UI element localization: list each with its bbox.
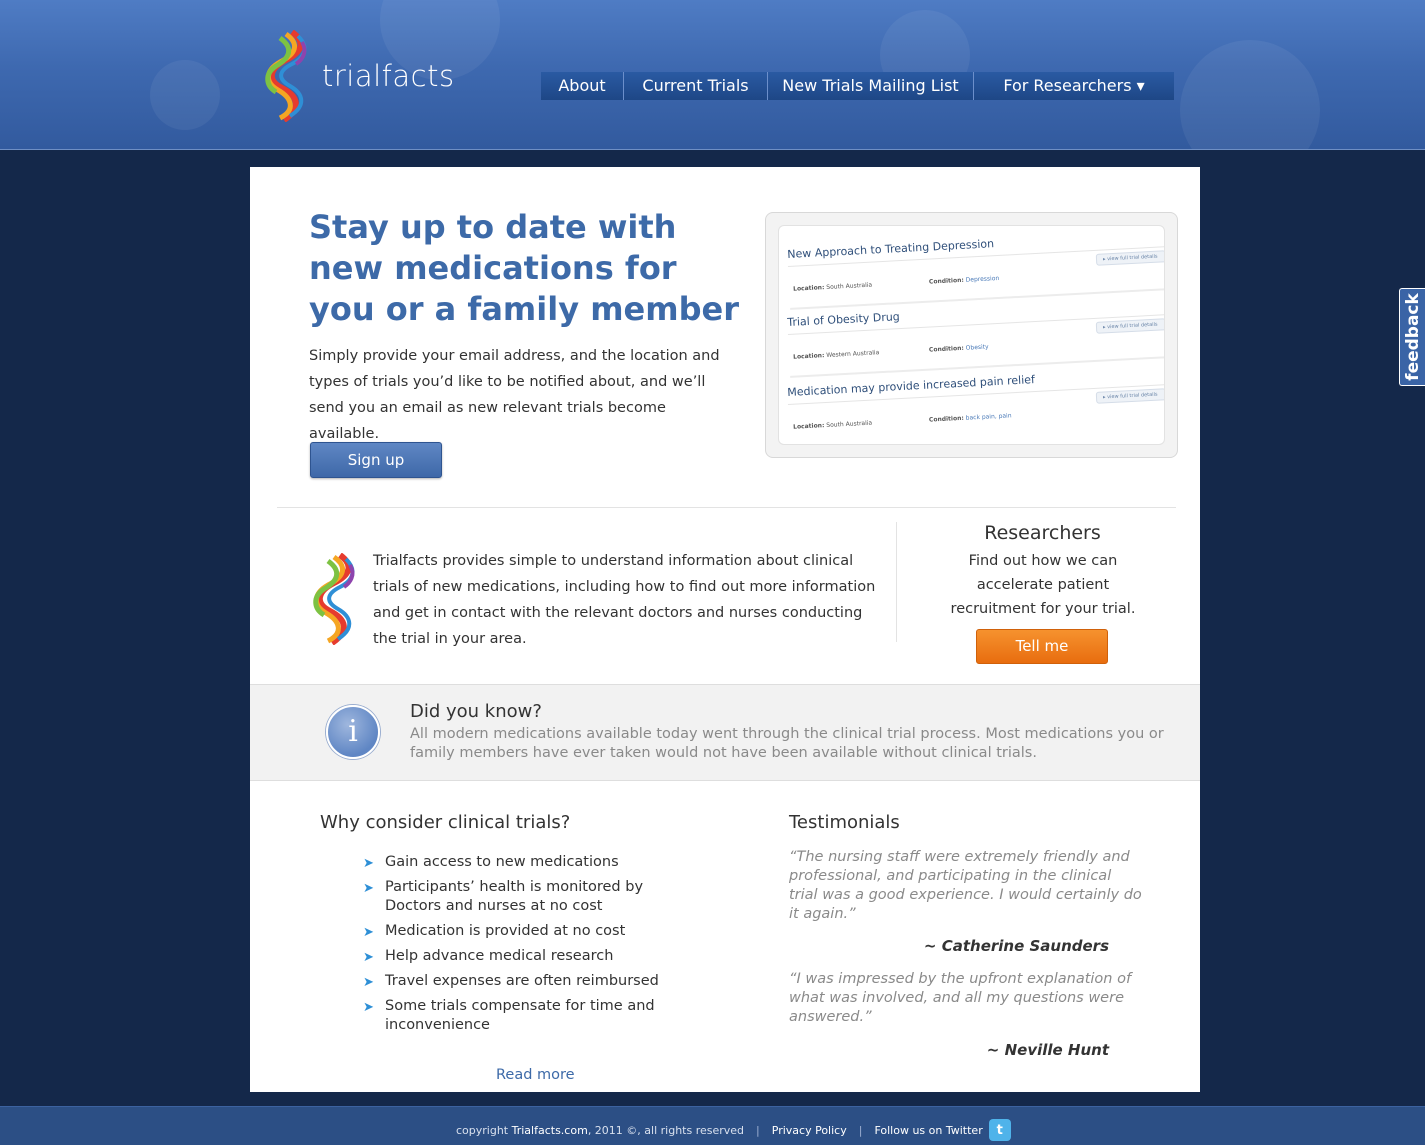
testimonial-quote: “I was impressed by the upfront explanat… (789, 971, 1132, 1025)
list-item: ➤ Some trials compensate for time and inc… (363, 998, 655, 1033)
site-footer: copyright Trialfacts.com, 2011 ©, all ri… (0, 1106, 1425, 1145)
header-decoration (1180, 40, 1320, 149)
section-divider (277, 507, 1176, 508)
nav-item-about[interactable]: About (541, 72, 624, 100)
did-you-know-text: All modern medications available today w… (410, 726, 1164, 761)
preview-trial-title: Trial of Obesity Drug (787, 310, 901, 329)
copyright-site-link[interactable]: Trialfacts.com (512, 1124, 588, 1137)
brand-name: trialfacts (322, 59, 455, 93)
preview-trial-location: Location: South Australia (792, 281, 873, 293)
read-more-link[interactable]: Read more (496, 1067, 575, 1083)
list-item: ➤ Medication is provided at no cost (363, 923, 626, 940)
nav-item-for-researchers[interactable]: For Researchers ▾ (974, 72, 1174, 100)
preview-trial-location: Location: South Australia (792, 419, 873, 431)
preview-trial-condition: Condition: Depression (928, 274, 1000, 286)
about-logo (310, 552, 358, 649)
researchers-title: Researchers (984, 522, 1101, 544)
preview-trial-condition: Condition: Obesity (928, 343, 989, 354)
site-logo[interactable]: trialfacts (262, 30, 455, 122)
nav-item-current-trials[interactable]: Current Trials (624, 72, 768, 100)
why-title: Why consider clinical trials? (320, 812, 571, 833)
footer-links: copyright Trialfacts.com, 2011 ©, all ri… (456, 1119, 1011, 1141)
testimonial-quote: “The nursing staff were extremely friend… (789, 849, 1142, 922)
preview-trial-title: Medication may provide increased pain re… (787, 373, 1036, 399)
arrow-icon: ➤ (363, 925, 374, 940)
tell-me-button[interactable]: Tell me (976, 629, 1108, 664)
helix-logo-icon (313, 552, 355, 646)
testimonial-author: ~ Neville Hunt (986, 1041, 1109, 1059)
testimonial-author: ~ Catherine Saunders (923, 937, 1109, 955)
arrow-icon: ➤ (363, 975, 374, 990)
feedback-label: feedback (1402, 293, 1423, 381)
preview-view-details-button: ▸ view full trial details (1095, 250, 1164, 266)
twitter-icon[interactable]: t (988, 1119, 1011, 1141)
researchers-text: Find out how we can accelerate patient r… (950, 553, 1136, 617)
footer-separator: | (858, 1123, 863, 1137)
footer-separator: | (756, 1123, 760, 1137)
privacy-policy-link[interactable]: Privacy Policy (772, 1124, 847, 1137)
arrow-icon: ➤ (363, 1000, 374, 1015)
preview-view-details-button: ▸ view full trial details (1095, 388, 1164, 404)
helix-logo-icon (265, 30, 307, 122)
preview-trial-card: Medication may provide increased pain re… (787, 366, 1164, 444)
feedback-tab[interactable]: feedback (1399, 288, 1425, 386)
arrow-icon: ➤ (363, 881, 374, 896)
preview-view-details-button: ▸ view full trial details (1095, 318, 1164, 334)
main-nav: About Current Trials New Trials Mailing … (541, 72, 1174, 100)
trials-preview-panel: New Approach to Treating Depression Loca… (778, 225, 1165, 445)
hero-text: Simply provide your email address, and t… (309, 348, 720, 442)
site-header: trialfacts About Current Trials New Tria… (0, 0, 1425, 150)
list-item: ➤ Gain access to new medications (363, 854, 619, 871)
arrow-icon: ➤ (363, 856, 374, 871)
preview-trial-card: Trial of Obesity Drug Location: Western … (787, 296, 1164, 378)
preview-trial-location: Location: Western Australia (792, 349, 880, 361)
sign-up-button[interactable]: Sign up (310, 442, 442, 478)
did-you-know-section: i Did you know? All modern medications a… (250, 684, 1200, 781)
nav-item-mailing-list[interactable]: New Trials Mailing List (768, 72, 974, 100)
header-decoration (150, 60, 220, 130)
vertical-divider (896, 522, 897, 642)
why-list: ➤ Gain access to new medications ➤ Partici… (363, 853, 663, 1041)
hero-title: Stay up to date with new medications for… (309, 208, 739, 328)
arrow-icon: ➤ (363, 950, 374, 965)
preview-trial-condition: Condition: back pain, pain (928, 412, 1012, 424)
info-icon: i (326, 705, 380, 759)
trials-preview-image: New Approach to Treating Depression Loca… (765, 212, 1178, 458)
about-text: Trialfacts provides simple to understand… (373, 553, 876, 647)
list-item: ➤ Travel expenses are often reimbursed (363, 973, 659, 990)
testimonials-title: Testimonials (789, 812, 900, 833)
list-item: ➤ Participants’ health is monitored by Do… (363, 879, 644, 914)
preview-trial-card: New Approach to Treating Depression Loca… (787, 228, 1164, 310)
list-item: ➤ Help advance medical research (363, 948, 614, 965)
twitter-link[interactable]: Follow us on Twitter (874, 1124, 982, 1137)
did-you-know-title: Did you know? (410, 701, 542, 722)
main-content: Stay up to date with new medications for… (250, 167, 1200, 1092)
copyright-text: copyright Trialfacts.com, 2011 ©, all ri… (456, 1123, 745, 1137)
